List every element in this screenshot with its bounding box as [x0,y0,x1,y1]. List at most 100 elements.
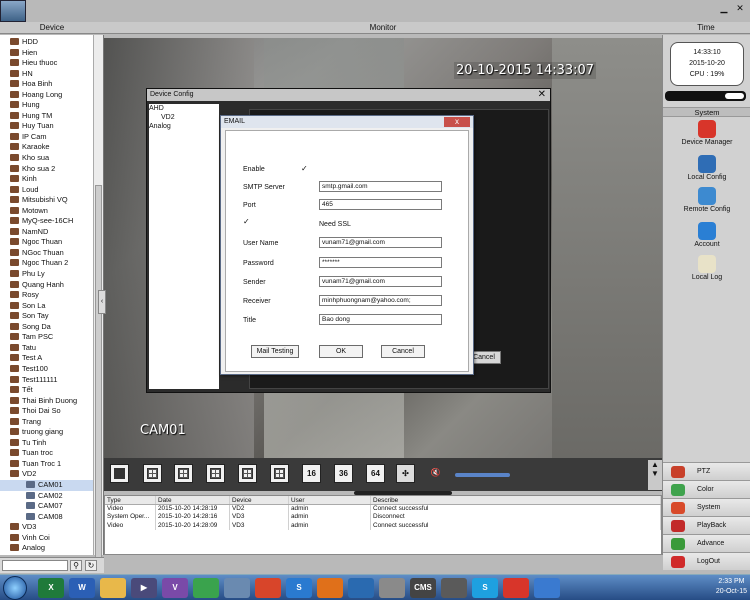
sender-field[interactable]: vunam71@gmail.com [319,276,442,287]
device-item[interactable]: Hoang Long [0,90,94,101]
log-col-date[interactable]: Date [156,496,230,504]
device-item[interactable]: Loud [0,185,94,196]
device-item[interactable]: Tu Tinh [0,438,94,449]
device-search-input[interactable] [2,560,68,571]
close-icon[interactable]: x [444,117,470,127]
close-icon[interactable]: ✕ [538,89,546,100]
device-item[interactable]: Hung TM [0,111,94,122]
layout-36-button[interactable]: 36 [334,464,353,483]
device-item[interactable]: Thoi Dai So [0,406,94,417]
device-item[interactable]: MyQ-see-16CH [0,216,94,227]
minimize-icon[interactable]: ▁ [718,2,730,14]
device-item[interactable]: Tatu [0,343,94,354]
device-item[interactable]: Test A [0,353,94,364]
app-icon[interactable] [0,0,26,22]
smtp-server-field[interactable]: smtp.gmail.com [319,181,442,192]
system-tray-clock[interactable]: 2:33 PM 20-Oct-15 [716,577,747,597]
word-icon[interactable]: W [69,578,95,598]
device-item[interactable]: Hien [0,48,94,59]
nav-advance-button[interactable]: Advance [663,534,750,552]
device-item[interactable]: NamND [0,227,94,238]
viber-icon[interactable]: V [162,578,188,598]
device-item[interactable]: CAM08 [0,512,94,523]
chrome-icon[interactable] [255,578,281,598]
device-item[interactable]: Tuan troc [0,448,94,459]
excel-icon[interactable]: X [38,578,64,598]
camera-app-icon[interactable] [379,578,405,598]
device-item[interactable]: Ngoc Thuan [0,237,94,248]
port-field[interactable]: 465 [319,199,442,210]
grid-app-icon[interactable] [503,578,529,598]
table-row[interactable]: System Oper... 2015-10-20 14:28:16 VD3 admi… [105,513,661,522]
device-item[interactable]: IP Cam [0,132,94,143]
cms-icon[interactable]: CMS [410,578,436,598]
device-item[interactable]: Kho sua [0,153,94,164]
password-field[interactable]: ******* [319,257,442,268]
table-row[interactable]: Video 2015-10-20 14:28:09 VD3 admin Connect … [105,521,661,530]
paint-icon[interactable] [534,578,560,598]
media-player-icon[interactable]: ▶ [131,578,157,598]
layout-1-button[interactable] [110,464,129,483]
device-item[interactable]: Hieu thuoc [0,58,94,69]
skype-icon[interactable]: S [472,578,498,598]
photos-icon[interactable] [224,578,250,598]
device-item[interactable]: Song Da [0,322,94,333]
device-item[interactable]: Test111111 [0,375,94,386]
device-item[interactable]: Quang Hanh [0,280,94,291]
device-item[interactable]: Rosy [0,290,94,301]
device-item[interactable]: Kinh [0,174,94,185]
device-item[interactable]: Hoa Binh [0,79,94,90]
device-item[interactable]: Test100 [0,364,94,375]
layout-8-button[interactable] [206,464,225,483]
device-item[interactable]: CAM02 [0,491,94,502]
layout-4-button[interactable] [143,464,162,483]
close-icon[interactable]: ✕ [734,2,746,14]
device-item[interactable]: HN [0,69,94,80]
device-item[interactable]: Vinh Coi [0,533,94,544]
refresh-app-icon[interactable] [193,578,219,598]
layout-6-button[interactable] [174,464,193,483]
device-item[interactable]: Phu Ly [0,269,94,280]
device-item[interactable]: Son Tay [0,311,94,322]
device-item[interactable]: Trang [0,417,94,428]
start-button[interactable] [3,576,27,600]
device-item[interactable]: Son La [0,301,94,312]
user-name-field[interactable]: vunam71@gmail.com [319,237,442,248]
receiver-field[interactable]: minhphuongnam@yahoo.com; [319,295,442,306]
system-item-device-manager[interactable]: Device Manager [663,120,750,146]
log-col-user[interactable]: User [289,496,371,504]
table-row[interactable]: Video 2015-10-20 14:28:19 VD2 admin Connect … [105,505,661,514]
device-item[interactable]: Hung [0,100,94,111]
log-col-describe[interactable]: Describe [371,496,661,504]
device-item[interactable]: Mitsubishi VQ [0,195,94,206]
device-item[interactable]: Ngoc Thuan 2 [0,258,94,269]
toolbar-scroll[interactable]: ▲ ▼ [648,460,662,490]
device-item[interactable]: Kho sua 2 [0,164,94,175]
device-item[interactable]: NGoc Thuan [0,248,94,259]
system-item-local-config[interactable]: Local Config [663,155,750,181]
device-item[interactable]: VD2 [0,469,94,480]
system-item-local-log[interactable]: Local Log [663,255,750,281]
system-item-remote-config[interactable]: Remote Config [663,187,750,213]
nav-playback-button[interactable]: PlayBack [663,516,750,534]
cancel-button[interactable]: Cancel [381,345,425,358]
tree-item[interactable]: VD2 [149,113,219,122]
enable-checkbox[interactable]: ✓ [301,165,310,174]
device-item[interactable]: VD3 [0,522,94,533]
title-field[interactable]: Bao dong [319,314,442,325]
skype-alt-icon[interactable]: S [286,578,312,598]
folder-icon[interactable] [100,578,126,598]
ok-button[interactable]: OK [319,345,363,358]
tree-item[interactable]: AHD [149,104,219,113]
nav-logout-button[interactable]: LogOut [663,552,750,570]
device-item[interactable]: HDD [0,37,94,48]
device-item[interactable]: truong giang [0,427,94,438]
device-item[interactable]: Karaoke [0,142,94,153]
nav-system-button[interactable]: System [663,498,750,516]
log-col-device[interactable]: Device [230,496,289,504]
mail-testing-button[interactable]: Mail Testing [251,345,299,358]
layout-16-button[interactable]: 16 [302,464,321,483]
layout-64-button[interactable]: 64 [366,464,385,483]
device-item[interactable]: Motown [0,206,94,217]
volume-slider[interactable] [455,473,510,477]
